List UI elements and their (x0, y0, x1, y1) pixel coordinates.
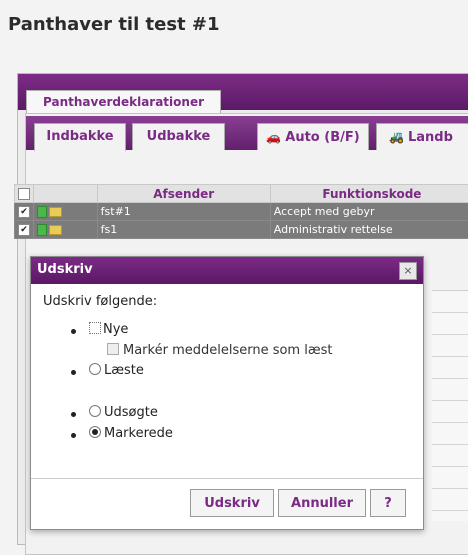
cancel-button[interactable]: Annuller (278, 489, 366, 517)
bullet (71, 370, 76, 375)
select-all-checkbox[interactable] (18, 188, 30, 200)
row-icons (34, 203, 98, 221)
message-grid: Afsender Funktionskode ✔ fst#1 Accept me… (14, 184, 468, 239)
grid-header-row: Afsender Funktionskode (15, 185, 468, 203)
table-row[interactable]: ✔ fst#1 Accept med gebyr (15, 203, 468, 221)
markerede-radio[interactable] (89, 426, 101, 438)
document-icon (37, 206, 47, 218)
dialog-title: Udskriv (37, 262, 93, 277)
print-button[interactable]: Udskriv (190, 489, 274, 517)
option-laeste[interactable]: Læste (89, 363, 144, 378)
select-all-header[interactable] (15, 185, 34, 203)
option-marker-laest-label: Markér meddelelserne som læst (123, 343, 332, 358)
outer-tabbar: Panthaverdeklarationer (18, 74, 468, 110)
print-dialog: Udskriv × Udskriv følgende: Nye Markér m… (30, 256, 424, 530)
folder-icon (49, 225, 62, 235)
option-markerede[interactable]: Markerede (89, 426, 173, 441)
icons-header (34, 185, 98, 203)
cell-funktionskode: Accept med gebyr (270, 203, 468, 221)
tab-landbrug[interactable]: 🚜 Landb (376, 123, 468, 150)
help-button[interactable]: ? (370, 489, 406, 517)
option-udsogte[interactable]: Udsøgte (89, 405, 158, 420)
folder-icon (49, 207, 62, 217)
laeste-radio[interactable] (89, 363, 101, 375)
document-icon (37, 224, 47, 236)
background-grid-rows (432, 290, 468, 521)
tab-indbakke[interactable]: Indbakke (34, 123, 126, 152)
row-checkbox[interactable]: ✔ (18, 224, 30, 236)
column-header-funktionskode[interactable]: Funktionskode (270, 185, 468, 203)
option-nye[interactable]: Nye (89, 322, 128, 337)
tab-udbakke[interactable]: Udbakke (132, 123, 225, 150)
bullet (71, 329, 76, 334)
bullet (71, 433, 76, 438)
table-row[interactable]: ✔ fs1 Administrativ rettelse (15, 221, 468, 239)
car-icon: 🚗 (266, 130, 281, 144)
tab-landbrug-label: Landb (408, 130, 453, 145)
column-header-afsender[interactable]: Afsender (97, 185, 270, 203)
cell-funktionskode: Administrativ rettelse (270, 221, 468, 239)
dialog-divider (31, 478, 423, 479)
udsogte-radio[interactable] (89, 405, 101, 417)
option-nye-label: Nye (103, 322, 128, 337)
option-markerede-label: Markerede (104, 426, 173, 441)
row-checkbox[interactable]: ✔ (18, 206, 30, 218)
page-title: Panthaver til test #1 (8, 14, 220, 35)
cell-afsender: fst#1 (97, 203, 270, 221)
option-marker-laest[interactable]: Markér meddelelserne som læst (107, 343, 332, 358)
dialog-heading: Udskriv følgende: (43, 294, 157, 309)
bullet (71, 412, 76, 417)
close-icon[interactable]: × (399, 262, 417, 280)
cell-afsender: fs1 (97, 221, 270, 239)
mark-read-checkbox[interactable] (107, 343, 119, 355)
tractor-icon: 🚜 (389, 130, 404, 144)
row-select-cell[interactable]: ✔ (15, 203, 34, 221)
option-udsogte-label: Udsøgte (104, 405, 158, 420)
dialog-titlebar[interactable]: Udskriv × (31, 257, 423, 284)
nye-checkbox[interactable] (89, 322, 101, 334)
inner-tabbar: Indbakke Udbakke 🚗 Auto (B/F) 🚜 Landb (26, 116, 468, 150)
tab-auto[interactable]: 🚗 Auto (B/F) (257, 123, 369, 150)
row-select-cell[interactable]: ✔ (15, 221, 34, 239)
row-icons (34, 221, 98, 239)
tab-auto-label: Auto (B/F) (285, 130, 359, 145)
tab-panthaverdeklarationer[interactable]: Panthaverdeklarationer (26, 90, 221, 113)
option-laeste-label: Læste (104, 363, 144, 378)
